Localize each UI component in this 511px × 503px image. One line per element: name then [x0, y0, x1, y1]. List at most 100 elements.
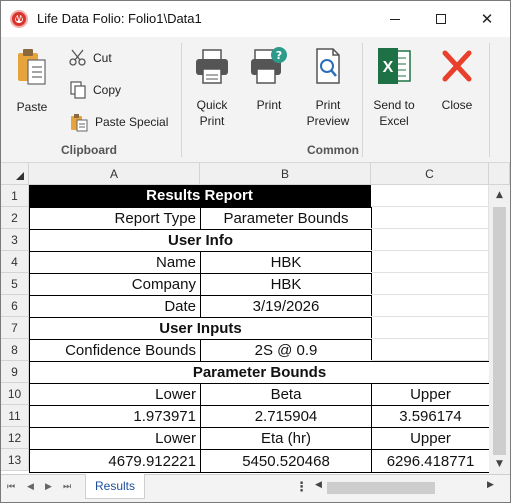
- vertical-scroll-thumb[interactable]: [493, 207, 506, 455]
- row-header[interactable]: 6: [1, 295, 29, 317]
- close-icon: ✕: [480, 10, 494, 28]
- cell-eta-lower-value[interactable]: 4679.912221: [29, 449, 201, 473]
- row-header[interactable]: 8: [1, 339, 29, 361]
- cell[interactable]: [371, 185, 489, 207]
- cell-name-label[interactable]: Name: [29, 251, 201, 274]
- cell-report-type-label[interactable]: Report Type: [29, 207, 201, 230]
- window-close-button[interactable]: ✕: [464, 1, 510, 37]
- cell-user-info-heading[interactable]: User Info: [29, 229, 372, 252]
- minimize-icon: [390, 18, 400, 20]
- cell[interactable]: [371, 317, 489, 339]
- cell-eta-label[interactable]: Eta (hr): [200, 427, 372, 450]
- scroll-up-arrow-icon[interactable]: ▲: [489, 185, 510, 205]
- cell-eta-upper-value[interactable]: 6296.418771: [371, 449, 490, 473]
- scroll-down-arrow-icon[interactable]: ▼: [489, 454, 510, 474]
- select-all-icon: [16, 172, 24, 180]
- ribbon-separator: [362, 43, 363, 157]
- cell-eta-value[interactable]: 5450.520468: [200, 449, 372, 473]
- row-header[interactable]: 10: [1, 383, 29, 405]
- window-title: Life Data Folio: Folio1\Data1: [37, 11, 202, 26]
- cell-parameter-bounds-heading[interactable]: Parameter Bounds: [29, 361, 490, 384]
- paste-icon: [18, 49, 46, 85]
- column-header-c[interactable]: C: [371, 163, 489, 185]
- spreadsheet-grid: A B C 1 2 3 4 5 6 7 8 9 10 11 12 13 Resu…: [1, 163, 510, 474]
- column-header-b[interactable]: B: [200, 163, 371, 185]
- cell-beta-lower-value[interactable]: 1.973971: [29, 405, 201, 428]
- maximize-button[interactable]: [418, 1, 464, 37]
- app-logo-icon: W: [10, 10, 28, 28]
- row-header[interactable]: 1: [1, 185, 29, 207]
- paste-label: Paste: [16, 100, 48, 114]
- row-header[interactable]: 9: [1, 361, 29, 383]
- life-data-folio-window: W Life Data Folio: Folio1\Data1 ✕ Paste: [0, 0, 511, 503]
- print-button[interactable]: ? Print: [247, 45, 291, 113]
- common-group-label: Common: [307, 143, 359, 157]
- horizontal-scrollbar[interactable]: ◀ ▶: [315, 479, 497, 497]
- cell-date-label[interactable]: Date: [29, 295, 201, 318]
- cell[interactable]: [371, 251, 489, 273]
- print-preview-icon: [316, 48, 340, 84]
- cell[interactable]: [371, 295, 489, 317]
- select-all-corner[interactable]: [1, 163, 29, 185]
- print-preview-label: Print Preview: [306, 98, 350, 128]
- scroll-left-arrow-icon[interactable]: ◀: [315, 480, 322, 490]
- last-sheet-icon[interactable]: ⏭: [63, 482, 71, 492]
- cell-beta-upper-value[interactable]: 3.596174: [371, 405, 490, 428]
- quick-print-button[interactable]: Quick Print: [189, 45, 235, 129]
- row-header[interactable]: 7: [1, 317, 29, 339]
- cell-confidence-bounds-label[interactable]: Confidence Bounds: [29, 339, 201, 362]
- cell-confidence-bounds-value[interactable]: 2S @ 0.9: [200, 339, 372, 362]
- copy-icon: [70, 81, 86, 99]
- cell-date-value[interactable]: 3/19/2026: [200, 295, 372, 318]
- sheet-tab-results[interactable]: Results: [85, 474, 145, 499]
- send-to-excel-button[interactable]: X Send to Excel: [367, 45, 421, 129]
- paste-button[interactable]: Paste: [11, 45, 53, 115]
- ribbon-separator: [181, 43, 182, 157]
- close-button[interactable]: Close: [433, 45, 481, 113]
- cell-beta-upper-label[interactable]: Upper: [371, 383, 490, 406]
- prev-sheet-icon[interactable]: ◀: [27, 482, 34, 492]
- row-header[interactable]: 5: [1, 273, 29, 295]
- cell-beta-lower-label[interactable]: Lower: [29, 383, 201, 406]
- row-header[interactable]: 12: [1, 427, 29, 449]
- cell-eta-lower-label[interactable]: Lower: [29, 427, 201, 450]
- cell[interactable]: [371, 229, 489, 251]
- close-x-icon: [442, 50, 472, 82]
- cell-report-type-value[interactable]: Parameter Bounds: [200, 207, 372, 230]
- scroll-right-arrow-icon[interactable]: ▶: [487, 480, 494, 490]
- horizontal-scroll-thumb[interactable]: [327, 482, 435, 494]
- cut-button[interactable]: Cut: [69, 49, 112, 67]
- ribbon-separator: [489, 43, 490, 157]
- maximize-icon: [436, 14, 446, 24]
- row-header[interactable]: 13: [1, 449, 29, 471]
- print-preview-button[interactable]: Print Preview: [303, 45, 353, 129]
- first-sheet-icon[interactable]: ⏮: [7, 482, 15, 492]
- row-header[interactable]: 2: [1, 207, 29, 229]
- vertical-scrollbar[interactable]: ▲ ▼: [489, 185, 510, 474]
- cell-results-report-title[interactable]: Results Report: [29, 185, 371, 207]
- cell-user-inputs-heading[interactable]: User Inputs: [29, 317, 372, 340]
- minimize-button[interactable]: [372, 1, 418, 37]
- row-header[interactable]: 11: [1, 405, 29, 427]
- cell-eta-upper-label[interactable]: Upper: [371, 427, 490, 450]
- next-sheet-icon[interactable]: ▶: [45, 482, 52, 492]
- cell-beta-value[interactable]: 2.715904: [200, 405, 372, 428]
- more-options-icon[interactable]: ⋮: [295, 480, 308, 495]
- row-header[interactable]: 4: [1, 251, 29, 273]
- cell[interactable]: [371, 339, 489, 361]
- cell-beta-label[interactable]: Beta: [200, 383, 372, 406]
- paste-special-label: Paste Special: [95, 115, 169, 129]
- paste-special-button[interactable]: Paste Special: [69, 112, 168, 132]
- cut-label: Cut: [93, 51, 112, 65]
- copy-button[interactable]: Copy: [69, 81, 121, 99]
- cell[interactable]: [371, 273, 489, 295]
- column-header-a[interactable]: A: [29, 163, 200, 185]
- cell-name-value[interactable]: HBK: [200, 251, 372, 274]
- cell[interactable]: [371, 207, 489, 229]
- excel-icon: X: [378, 48, 411, 84]
- row-header[interactable]: 3: [1, 229, 29, 251]
- scissors-icon: [69, 49, 86, 66]
- cell-company-value[interactable]: HBK: [200, 273, 372, 296]
- cell-company-label[interactable]: Company: [29, 273, 201, 296]
- paste-special-icon: [71, 114, 88, 132]
